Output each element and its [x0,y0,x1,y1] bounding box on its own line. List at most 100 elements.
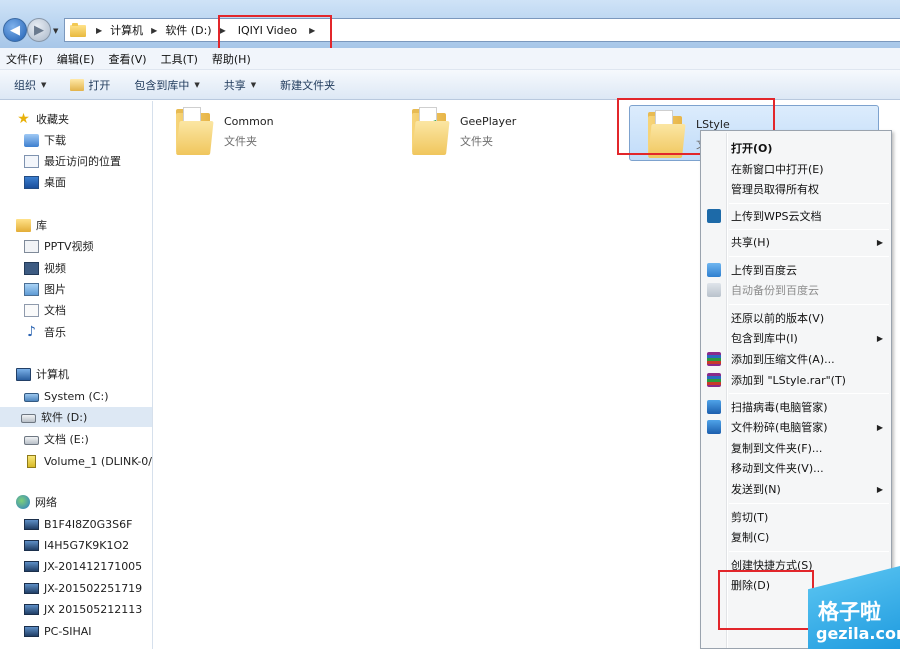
recent-pages-dropdown[interactable]: ▼ [53,27,58,35]
include-library-button[interactable]: 包含到库中 ▼ [134,77,199,93]
sidebar-item-label: 库 [36,219,47,232]
sidebar-item-pc[interactable]: JX 201505212113 [24,599,142,619]
watermark-domain: gezila.com [816,624,900,643]
navigation-pane: ★ 收藏夹 下载 最近访问的位置 桌面 库 PPTV视频 视频 图片 文档 ♪ … [0,101,153,649]
menu-item-auto-backup-baidu[interactable]: 自动备份到百度云 [703,280,889,300]
menu-item-include-library[interactable]: 包含到库中(I) ▶ [703,328,889,348]
sidebar-item-label: JX-201502251719 [44,581,143,595]
sidebar-item-pictures[interactable]: 图片 [24,279,66,299]
menu-item-cut[interactable]: 剪切(T) [703,507,889,527]
menu-item-copy[interactable]: 复制(C) [703,527,889,547]
folder-item-geeplayer[interactable]: GeePlayer 文件夹 [394,103,644,159]
include-library-label: 包含到库中 [134,78,190,92]
menu-item-copy-to-folder[interactable]: 复制到文件夹(F)... [703,438,889,458]
sidebar-item-pptv[interactable]: PPTV视频 [24,236,94,256]
sidebar-item-videos[interactable]: 视频 [24,258,66,278]
menu-separator [729,393,889,394]
open-label: 打开 [88,78,111,92]
sidebar-item-label: JX 201505212113 [44,602,143,616]
menu-item-restore-versions[interactable]: 还原以前的版本(V) [703,308,889,328]
menu-item-share[interactable]: 共享(H) ▶ [703,232,889,252]
picture-icon [24,282,39,296]
menu-separator [729,256,889,257]
breadcrumb[interactable]: ▶ 计算机 ▶ 软件 (D:) ▶ IQIYI Video ▶ [64,18,900,42]
sidebar-item-label: 文档 [44,304,66,317]
star-icon: ★ [17,110,30,127]
menu-item-send-to[interactable]: 发送到(N) ▶ [703,479,889,499]
baidu-cloud-icon [707,263,721,277]
folder-type: 文件夹 [224,135,257,148]
back-button[interactable]: ◀ [3,18,27,42]
menu-item-take-ownership[interactable]: 管理员取得所有权 [703,179,889,199]
desktop-icon [24,175,39,189]
menu-item-shred[interactable]: 文件粉碎(电脑管家) ▶ [703,417,889,437]
pc-icon [24,625,39,637]
sidebar-item-pc[interactable]: JX-201412171005 [24,556,142,576]
winrar-icon [707,352,721,366]
folder-name: GeePlayer [460,115,517,128]
menu-tools[interactable]: 工具(T) [161,51,198,67]
forward-button[interactable]: ▶ [27,18,51,42]
open-folder-icon [70,78,85,91]
pc-icon [24,539,39,551]
sidebar-item-computer[interactable]: 计算机 [16,364,69,384]
sidebar-item-label: I4H5G7K9K1O2 [44,538,130,552]
shield-icon [707,400,721,414]
sidebar-item-library[interactable]: 库 [16,215,47,235]
menu-view[interactable]: 查看(V) [108,51,146,67]
sidebar-item-label: B1F4I8Z0G3S6F [44,517,133,531]
sidebar-item-label: 文档 (E:) [44,433,89,446]
menu-item-open[interactable]: 打开(O) [703,138,889,158]
command-bar: 组织 ▼ 打开 包含到库中 ▼ 共享 ▼ 新建文件夹 [0,70,900,100]
menu-item-scan-virus[interactable]: 扫描病毒(电脑管家) [703,397,889,417]
organize-button[interactable]: 组织 ▼ [14,77,46,93]
sidebar-item-documents[interactable]: 文档 [24,300,66,320]
sidebar-item-music[interactable]: ♪ 音乐 [24,322,66,342]
wps-cloud-icon [707,209,721,223]
arrow-left-icon: ◀ [10,22,20,38]
arrow-right-icon: ▶ [34,22,44,38]
sidebar-item-drive-e[interactable]: 文档 (E:) [24,429,89,449]
chevron-right-icon[interactable]: ▶ [214,26,232,35]
sidebar-item-recent[interactable]: 最近访问的位置 [24,151,121,171]
submenu-arrow-icon: ▶ [876,333,883,343]
submenu-arrow-icon: ▶ [876,484,883,494]
crumb-drive-d[interactable]: 软件 (D:) [163,22,213,38]
sidebar-item-pc[interactable]: I4H5G7K9K1O2 [24,535,129,555]
menu-edit[interactable]: 编辑(E) [57,51,95,67]
open-button[interactable]: 打开 [70,77,110,93]
sidebar-item-downloads[interactable]: 下载 [24,130,66,150]
sidebar-item-label: 桌面 [44,176,66,189]
menu-item-add-archive[interactable]: 添加到压缩文件(A)... [703,349,889,369]
menu-help[interactable]: 帮助(H) [212,51,251,67]
sidebar-item-network[interactable]: 网络 [16,492,57,512]
sidebar-item-drive-d[interactable]: 软件 (D:) [0,407,152,427]
sidebar-item-label: 最近访问的位置 [44,155,121,168]
library-icon [16,218,31,232]
organize-label: 组织 [14,78,36,92]
crumb-computer[interactable]: 计算机 [108,22,145,38]
chevron-right-icon[interactable]: ▶ [299,26,321,35]
chevron-right-icon[interactable]: ▶ [90,26,108,35]
sidebar-item-favorites[interactable]: ★ 收藏夹 [16,109,69,129]
menu-item-move-to-folder[interactable]: 移动到文件夹(V)... [703,458,889,478]
folder-item-common[interactable]: Common 文件夹 [158,103,408,159]
menu-item-add-rar[interactable]: 添加到 "LStyle.rar"(T) [703,370,889,390]
menu-item-upload-baidu[interactable]: 上传到百度云 [703,260,889,280]
chevron-right-icon[interactable]: ▶ [145,26,163,35]
menu-item-open-new-window[interactable]: 在新窗口中打开(E) [703,159,889,179]
computer-icon [16,367,31,381]
new-folder-button[interactable]: 新建文件夹 [280,77,335,93]
share-button[interactable]: 共享 ▼ [224,77,256,93]
crumb-iqiyi-video[interactable]: IQIYI Video [232,24,299,37]
sidebar-item-desktop[interactable]: 桌面 [24,172,66,192]
sidebar-item-pc[interactable]: JX-201502251719 [24,578,142,598]
menu-file[interactable]: 文件(F) [6,51,43,67]
menu-item-create-shortcut[interactable]: 创建快捷方式(S) [703,555,889,575]
sidebar-item-pc[interactable]: PC-SIHAI [24,621,92,641]
sidebar-item-volume[interactable]: Volume_1 (DLINK-0/ [24,451,152,471]
menu-item-upload-wps[interactable]: 上传到WPS云文档 [703,206,889,226]
sidebar-item-pc[interactable]: B1F4I8Z0G3S6F [24,514,132,534]
sidebar-item-drive-c[interactable]: System (C:) [24,386,109,406]
menu-separator [729,203,889,204]
